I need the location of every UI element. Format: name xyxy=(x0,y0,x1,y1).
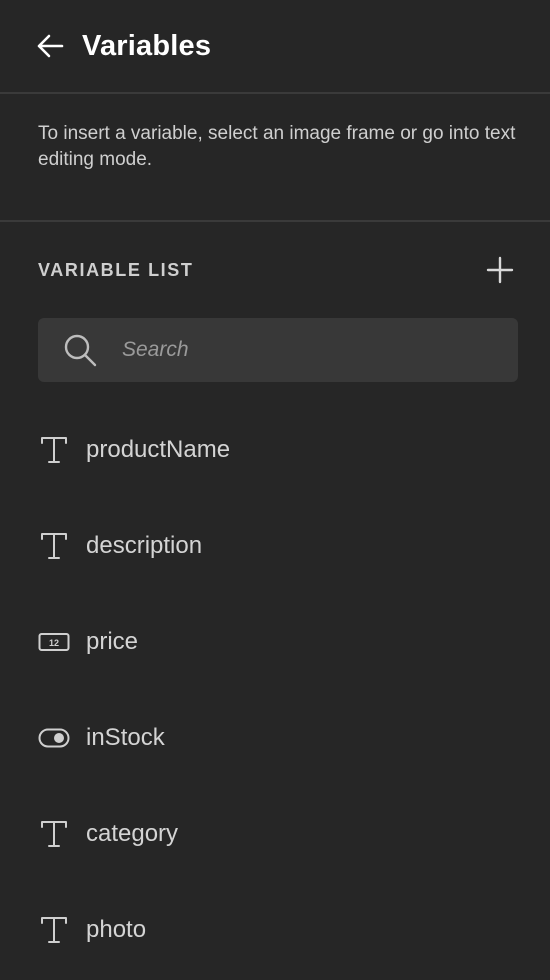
variable-list-title: VARIABLE LIST xyxy=(38,259,194,280)
variable-label: productName xyxy=(86,436,231,463)
toggle-type-icon xyxy=(38,722,70,754)
variable-item-photo[interactable]: photo xyxy=(0,882,550,978)
number-type-icon: 12 xyxy=(38,626,70,658)
page-title: Variables xyxy=(82,29,212,62)
panel-header: Variables xyxy=(0,0,550,92)
variable-list: productName description 12 price inStock… xyxy=(0,402,550,978)
plus-icon xyxy=(486,256,514,284)
back-button[interactable] xyxy=(34,30,66,62)
insert-hint-text: To insert a variable, select an image fr… xyxy=(38,123,516,170)
text-type-icon xyxy=(38,818,70,850)
search-input[interactable] xyxy=(120,337,484,363)
variable-label: price xyxy=(86,628,139,655)
variable-item-instock[interactable]: inStock xyxy=(0,690,550,786)
variable-label: inStock xyxy=(86,724,165,751)
search-icon xyxy=(64,334,97,367)
variable-label: photo xyxy=(86,916,147,943)
variable-label: category xyxy=(86,820,179,847)
arrow-left-icon xyxy=(37,34,64,58)
variable-item-description[interactable]: description xyxy=(0,498,550,594)
text-type-icon xyxy=(38,530,70,562)
variable-item-price[interactable]: 12 price xyxy=(0,594,550,690)
variable-label: description xyxy=(86,532,203,559)
text-type-icon xyxy=(38,434,70,466)
variables-panel: Variables To insert a variable, select a… xyxy=(0,0,550,980)
text-type-icon xyxy=(38,914,70,946)
add-variable-button[interactable] xyxy=(482,252,518,288)
variable-list-header: VARIABLE LIST xyxy=(0,222,550,318)
variable-item-category[interactable]: category xyxy=(0,786,550,882)
svg-text:12: 12 xyxy=(49,638,59,648)
variable-item-productname[interactable]: productName xyxy=(0,402,550,498)
search-box[interactable] xyxy=(38,318,518,382)
